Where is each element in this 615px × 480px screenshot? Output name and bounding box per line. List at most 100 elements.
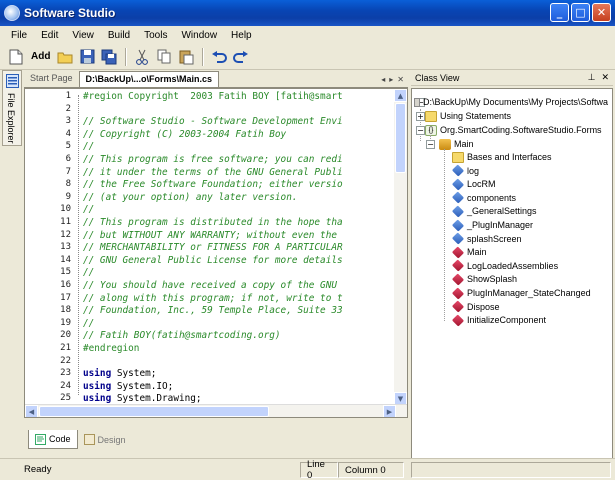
class-member-item[interactable]: InitializeComponent (451, 313, 546, 327)
class-member-item[interactable]: Bases and Interfaces (452, 150, 552, 164)
paste-button[interactable] (176, 47, 196, 67)
comment-text: // Software Studio - Software Developmen… (83, 116, 343, 128)
redo-button[interactable] (231, 47, 251, 67)
code-line: // This program is free software; you ca… (83, 154, 343, 165)
line-number: 21 (60, 343, 71, 353)
paste-icon (179, 50, 194, 64)
line-number: 12 (60, 229, 71, 240)
menu-bar: File Edit View Build Tools Window Help (0, 26, 615, 44)
open-button[interactable] (55, 47, 75, 67)
using-statements-node[interactable]: Using Statements (425, 109, 511, 123)
keyword-token: using (83, 393, 112, 405)
scroll-right-button[interactable]: ▶ (383, 405, 396, 417)
class-member-item[interactable]: LogLoadedAssemblies (451, 259, 559, 273)
tab-controls: ◂ ▸ ✕ (377, 75, 408, 87)
menu-window[interactable]: Window (174, 30, 224, 41)
line-number: 11 (60, 217, 71, 227)
namespace-node[interactable]: {} Org.SmartCoding.SoftwareStudio.Forms (425, 123, 602, 137)
class-member-label: components (467, 192, 517, 203)
class-member-item[interactable]: ShowSplash (451, 272, 518, 286)
class-member-item[interactable]: Main (451, 245, 487, 259)
comment-text: // (83, 317, 95, 329)
field-icon (451, 178, 465, 191)
code-line: // You should have received a copy of th… (83, 280, 343, 291)
add-button[interactable]: Add (28, 47, 53, 67)
line-number: 2 (65, 103, 71, 114)
status-extra-panel (411, 462, 611, 478)
class-member-item[interactable]: LocRM (451, 177, 496, 191)
expand-collapse-icon[interactable]: − (416, 126, 425, 135)
class-member-item[interactable]: _GeneralSettings (451, 204, 537, 218)
menu-build[interactable]: Build (101, 30, 137, 41)
class-member-label: Dispose (467, 301, 500, 312)
namespace-icon: {} (425, 124, 437, 136)
line-number: 19 (60, 317, 71, 328)
class-member-label: LogLoadedAssemblies (467, 260, 559, 271)
maximize-button[interactable]: □ (571, 3, 590, 22)
vertical-scrollbar[interactable]: ▲ ▼ (394, 89, 407, 405)
minimize-button[interactable]: _ (550, 3, 569, 22)
title-bar: Software Studio _ □ ✕ (0, 0, 615, 26)
new-file-button[interactable] (6, 47, 26, 67)
menu-tools[interactable]: Tools (137, 30, 174, 41)
tab-design[interactable]: Design (78, 430, 132, 449)
tab-code-label: Code (49, 434, 71, 444)
save-all-icon (101, 49, 117, 64)
copy-button[interactable] (154, 47, 174, 67)
view-mode-tabs: Code Design (24, 430, 408, 452)
tab-code[interactable]: Code (28, 430, 78, 449)
class-member-item[interactable]: components (451, 191, 517, 205)
tab-close-icon[interactable]: ✕ (397, 75, 404, 84)
line-number: 7 (65, 166, 71, 177)
cut-button[interactable] (132, 47, 152, 67)
tab-next-arrow-icon[interactable]: ▸ (389, 75, 393, 84)
class-member-label: ShowSplash (467, 274, 518, 285)
code-editor[interactable]: 1 2 3 4 5 6 7 8 9 10 11 12 13 14 15 16 17 18 19 20 21 22 23 24 2… (24, 88, 408, 418)
save-all-button[interactable] (99, 47, 119, 67)
class-member-item[interactable]: Dispose (451, 300, 500, 314)
line-number: 22 (60, 355, 71, 366)
class-member-item[interactable]: splashScreen (451, 232, 522, 246)
tab-prev-arrow-icon[interactable]: ◂ (381, 75, 385, 84)
comment-text: // This program is distributed in the ho… (83, 217, 343, 228)
tab-main-cs[interactable]: D:\BackUp\...o\Forms\Main.cs (78, 71, 220, 87)
menu-file[interactable]: File (4, 30, 34, 41)
undo-button[interactable] (209, 47, 229, 67)
undo-icon (212, 50, 228, 63)
class-view-tree[interactable]: − D:\BackUp\My Documents\My Projects\Sof… (411, 88, 613, 474)
close-button[interactable]: ✕ (592, 3, 611, 22)
vertical-scroll-thumb[interactable] (395, 103, 406, 173)
class-member-item[interactable]: log (451, 164, 480, 178)
menu-help[interactable]: Help (224, 30, 259, 41)
menu-view[interactable]: View (65, 30, 101, 41)
tree-root-label: D:\BackUp\My Documents\My Projects\Softw… (423, 97, 609, 107)
class-member-label: log (467, 165, 480, 176)
class-member-item[interactable]: PlugInManager_StateChanged (451, 286, 591, 300)
horizontal-scroll-thumb[interactable] (39, 406, 269, 417)
comment-text: // but WITHOUT ANY WARRANTY; without eve… (83, 229, 343, 241)
horizontal-scrollbar[interactable]: ◀ ▶ (25, 404, 407, 417)
scroll-left-button[interactable]: ◀ (25, 405, 38, 417)
folder-icon (452, 151, 464, 163)
class-member-label: Main (467, 247, 487, 258)
tab-start-page[interactable]: Start Page (24, 71, 79, 87)
field-icon (451, 164, 465, 177)
save-button[interactable] (77, 47, 97, 67)
file-explorer-tab[interactable]: File Explorer (2, 70, 22, 146)
expand-collapse-icon[interactable]: + (416, 112, 425, 121)
class-member-item[interactable]: _PlugInManager (451, 218, 533, 232)
code-text: System.IO; (111, 380, 174, 392)
scroll-up-button[interactable]: ▲ (394, 89, 407, 102)
comment-text: // Foundation, Inc., 59 Temple Place, Su… (83, 305, 343, 317)
class-view-header: Class View ⊥ ✕ (411, 70, 613, 86)
status-column: Column 0 (338, 462, 404, 478)
expand-collapse-icon[interactable]: − (426, 140, 435, 149)
keyword-token: using (83, 380, 112, 392)
panel-close-icon[interactable]: ✕ (601, 72, 609, 83)
tree-root[interactable]: D:\BackUp\My Documents\My Projects\Softw… (412, 95, 608, 109)
code-area[interactable]: #region Copyright 2003 Fatih BOY [fatih@… (83, 89, 403, 417)
comment-text: // it under the terms of the GNU General… (83, 166, 343, 178)
pin-icon[interactable]: ⊥ (588, 72, 596, 83)
menu-edit[interactable]: Edit (34, 30, 65, 41)
using-statements-label: Using Statements (440, 111, 512, 121)
